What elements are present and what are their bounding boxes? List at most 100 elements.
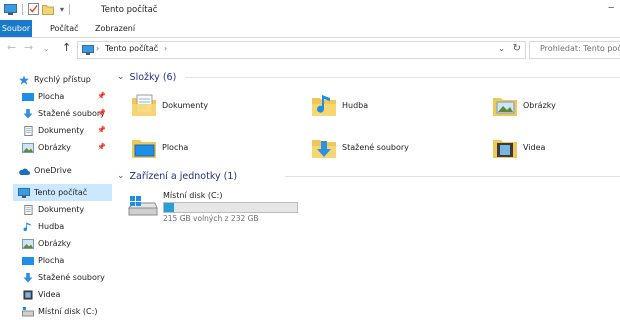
sidebar-item-label: OneDrive <box>34 166 72 175</box>
quick-access-toolbar: ▾ <box>4 3 72 15</box>
drive-item-c[interactable]: Místní disk (C:) 215 GB volných z 232 GB <box>127 191 407 226</box>
desktop-icon <box>22 256 34 265</box>
devices-group-title: Zařízení a jednotky (1) <box>129 170 238 182</box>
refresh-icon[interactable]: ↻ <box>513 43 521 54</box>
drive-usage-fill <box>164 203 174 212</box>
window-title: Tento počítač <box>101 5 158 15</box>
navigation-pane: Rychlý přístup Plocha 📌 Stažené soubory … <box>0 66 115 316</box>
folder-item-documents[interactable]: Dokumenty <box>131 92 208 118</box>
videos-folder-icon <box>493 140 517 158</box>
tab-computer[interactable]: Počítač <box>44 20 85 37</box>
sidebar-item-this-pc[interactable]: Tento počítač <box>13 184 112 201</box>
tab-file[interactable]: Soubor <box>0 20 32 37</box>
sidebar-item-desktop[interactable]: Plocha 📌 <box>22 88 112 105</box>
sidebar-item-downloads[interactable]: Stažené soubory 📌 <box>22 105 112 122</box>
sidebar-item-label: Videa <box>38 290 61 299</box>
sidebar-item-pictures[interactable]: Obrázky 📌 <box>22 139 112 156</box>
desktop-icon <box>22 92 34 101</box>
sidebar-item-music[interactable]: Hudba <box>22 218 112 235</box>
computer-icon <box>18 187 30 198</box>
sidebar-item-this-pc-documents[interactable]: Dokumenty <box>22 201 112 218</box>
sidebar-item-label: Stažené soubory <box>38 109 105 118</box>
documents-folder-icon <box>132 94 156 116</box>
back-arrow-icon[interactable]: ← <box>7 41 16 54</box>
drive-space-text: 215 GB volných z 232 GB <box>163 214 259 223</box>
sidebar-item-label: Plocha <box>38 92 65 101</box>
address-bar[interactable]: › Tento počítač › ⌄ ↻ <box>77 41 526 59</box>
minimize-button[interactable]: ‒ <box>608 3 620 15</box>
drive-icon <box>22 306 34 316</box>
folder-item-videos[interactable]: Videa <box>492 134 545 160</box>
download-icon <box>23 108 33 119</box>
sidebar-item-this-pc-downloads[interactable]: Stažené soubory <box>22 269 112 286</box>
folder-label: Videa <box>523 142 546 152</box>
document-icon <box>24 125 33 136</box>
computer-icon <box>4 3 17 15</box>
new-folder-icon[interactable] <box>42 4 54 15</box>
pin-icon[interactable]: 📌 <box>97 126 106 134</box>
music-icon <box>23 221 31 231</box>
sidebar-item-label: Plocha <box>38 256 65 265</box>
search-box[interactable]: Prohledat: Tento počítač <box>529 41 620 59</box>
folder-item-downloads[interactable]: Stažené soubory <box>311 134 409 160</box>
pin-icon[interactable]: 📌 <box>97 109 106 117</box>
video-icon <box>23 289 33 300</box>
breadcrumb-this-pc[interactable]: Tento počítač <box>105 44 158 53</box>
title-bar: ▾ Tento počítač ‒ <box>0 0 620 20</box>
sidebar-item-label: Hudba <box>38 222 65 231</box>
folder-label: Hudba <box>342 100 369 110</box>
sidebar-item-label: Obrázky <box>38 143 71 152</box>
folder-item-desktop[interactable]: Plocha <box>131 134 188 160</box>
properties-icon[interactable] <box>28 3 39 15</box>
devices-group-header[interactable]: ⌄ Zařízení a jednotky (1) <box>115 168 620 184</box>
drive-name: Místní disk (C:) <box>163 191 223 200</box>
sidebar-item-label: Dokumenty <box>38 205 85 214</box>
pictures-folder-icon <box>493 98 517 116</box>
sidebar-item-onedrive[interactable]: OneDrive <box>18 162 112 179</box>
address-row: ← → ⌄ ↑ › Tento počítač › ⌄ ↻ Prohledat:… <box>0 38 620 60</box>
download-icon <box>23 272 33 283</box>
forward-arrow-icon[interactable]: → <box>24 41 33 54</box>
up-arrow-icon[interactable]: ↑ <box>62 41 71 54</box>
breadcrumb-separator-icon[interactable]: › <box>164 44 167 53</box>
search-input[interactable]: Prohledat: Tento počítač <box>540 44 620 53</box>
folder-label: Dokumenty <box>162 100 209 110</box>
sidebar-item-local-disk[interactable]: Místní disk (C:) <box>22 303 112 320</box>
downloads-folder-icon <box>312 140 336 158</box>
ribbon: Soubor Počítač Zobrazení <box>0 20 620 38</box>
sidebar-item-documents[interactable]: Dokumenty 📌 <box>22 122 112 139</box>
desktop-folder-icon <box>132 140 156 158</box>
sidebar-item-this-pc-pictures[interactable]: Obrázky <box>22 235 112 252</box>
folder-label: Obrázky <box>523 100 556 110</box>
drive-icon <box>127 196 158 216</box>
sidebar-item-label: Tento počítač <box>34 188 88 197</box>
sidebar-item-label: Obrázky <box>38 239 71 248</box>
sidebar-item-this-pc-desktop[interactable]: Plocha <box>22 252 112 269</box>
pictures-icon <box>22 238 34 249</box>
sidebar-item-label: Rychlý přístup <box>34 75 91 84</box>
computer-icon <box>82 45 94 55</box>
content-pane: ⌄ Složky (6) Dokumenty Hudba Obrázky Plo… <box>115 64 620 315</box>
breadcrumb-separator-icon[interactable]: › <box>96 44 99 53</box>
tab-view[interactable]: Zobrazení <box>89 20 141 37</box>
drive-usage-bar <box>163 202 298 213</box>
document-icon <box>24 204 33 215</box>
pin-icon[interactable]: 📌 <box>97 143 106 151</box>
sidebar-item-videos[interactable]: Videa <box>22 286 112 303</box>
star-icon <box>19 74 29 85</box>
pin-icon[interactable]: 📌 <box>97 92 106 100</box>
folder-item-music[interactable]: Hudba <box>311 92 368 118</box>
folder-label: Stažené soubory <box>342 142 409 152</box>
folders-group-header[interactable]: ⌄ Složky (6) <box>115 69 620 85</box>
chevron-down-icon[interactable]: ⌄ <box>498 44 505 53</box>
sidebar-item-label: Dokumenty <box>38 126 85 135</box>
chevron-down-icon[interactable]: ⌄ <box>117 171 125 181</box>
sidebar-item-quick-access[interactable]: Rychlý přístup <box>18 71 130 88</box>
customize-toolbar-icon[interactable]: ▾ <box>60 5 64 14</box>
folder-item-pictures[interactable]: Obrázky <box>492 92 556 118</box>
music-folder-icon <box>312 95 336 116</box>
recent-locations-icon[interactable]: ⌄ <box>43 44 50 53</box>
folder-label: Plocha <box>162 142 189 152</box>
chevron-down-icon[interactable]: ⌄ <box>117 72 125 82</box>
sidebar-item-label: Stažené soubory <box>38 273 105 282</box>
